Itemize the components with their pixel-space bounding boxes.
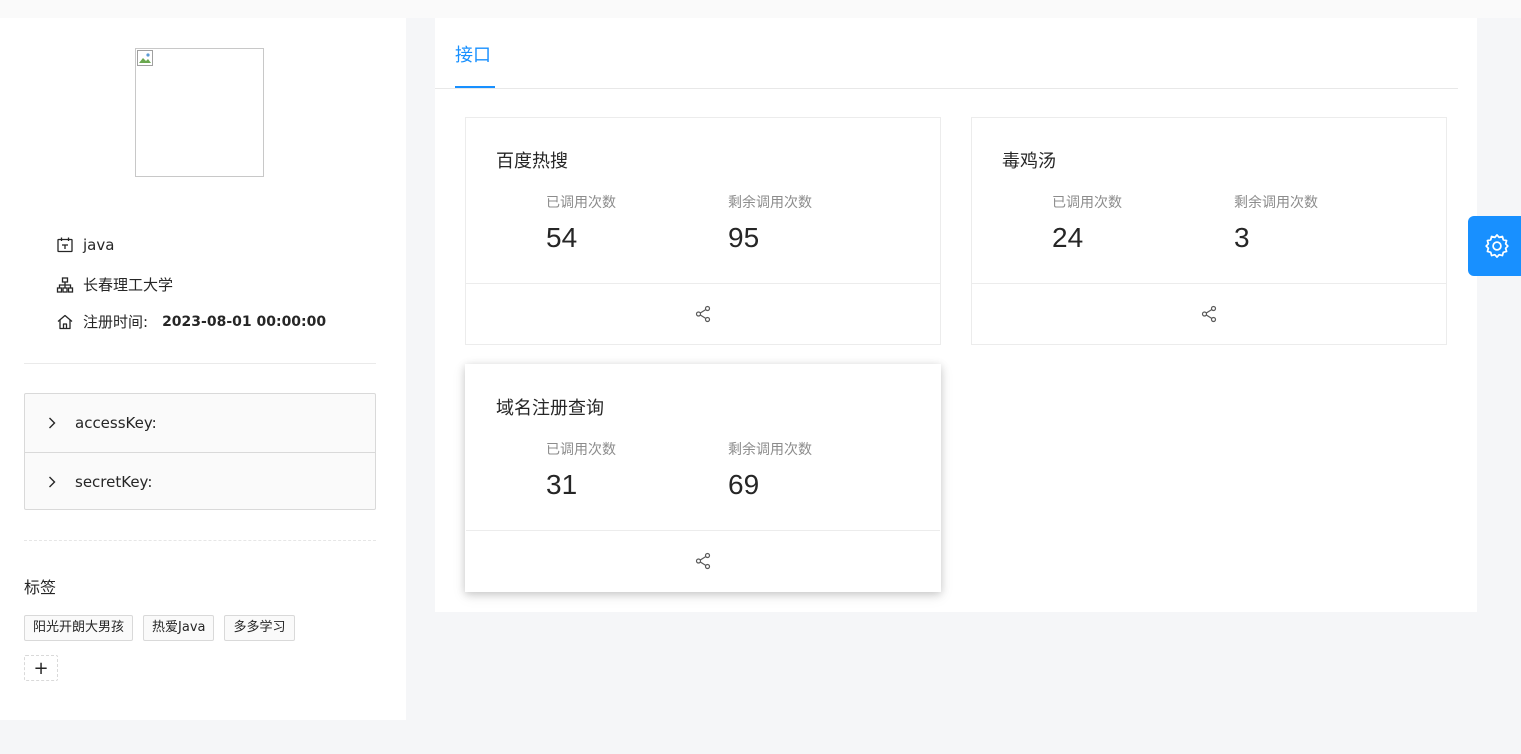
access-key-label: accessKey: <box>75 414 157 432</box>
interface-card[interactable]: 域名注册查询 已调用次数 31 剩余调用次数 69 <box>465 364 941 592</box>
used-stat: 已调用次数 54 <box>546 192 616 254</box>
used-value: 54 <box>546 222 578 253</box>
top-strip <box>0 0 1521 18</box>
tag-list: 阳光开朗大男孩 热爱Java 多多学习 <box>24 615 295 641</box>
used-label: 已调用次数 <box>546 195 616 211</box>
remaining-label: 剩余调用次数 <box>1234 195 1318 211</box>
card-title: 百度热搜 <box>496 151 568 172</box>
settings-button[interactable] <box>1468 216 1521 276</box>
remaining-value: 69 <box>728 469 760 500</box>
remaining-label: 剩余调用次数 <box>728 442 812 458</box>
share-icon[interactable] <box>1200 305 1218 323</box>
tag[interactable]: 阳光开朗大男孩 <box>24 615 134 641</box>
used-value: 31 <box>546 469 578 500</box>
tab-interfaces[interactable]: 接口 <box>455 41 491 67</box>
register-row: 注册时间: 2023-08-01 00:00:00 <box>56 311 326 332</box>
gear-icon <box>1485 234 1509 258</box>
keys-collapse: accessKey: secretKey: <box>24 393 376 510</box>
interface-card[interactable]: 百度热搜 已调用次数 54 剩余调用次数 95 <box>465 117 941 345</box>
home-icon <box>56 313 74 331</box>
tab-ink-bar <box>455 86 495 88</box>
tag[interactable]: 热爱Java <box>143 615 215 641</box>
used-label: 已调用次数 <box>1052 195 1122 211</box>
card-actions <box>972 283 1446 344</box>
card-title: 毒鸡汤 <box>1002 151 1056 172</box>
used-stat: 已调用次数 24 <box>1052 192 1122 254</box>
share-icon[interactable] <box>694 305 712 323</box>
school-text: 长春理工大学 <box>83 276 174 294</box>
broken-image-icon <box>137 50 153 66</box>
used-value: 24 <box>1052 222 1084 253</box>
calendar-icon <box>56 236 74 254</box>
tab-bar: 接口 <box>435 18 1458 89</box>
remaining-value: 3 <box>1234 222 1250 253</box>
register-time: 2023-08-01 00:00:00 <box>162 313 327 330</box>
card-title: 域名注册查询 <box>496 398 604 419</box>
username-row: java <box>56 236 114 254</box>
tag[interactable]: 多多学习 <box>224 615 295 641</box>
share-icon[interactable] <box>694 552 712 570</box>
remaining-stat: 剩余调用次数 3 <box>1234 192 1318 254</box>
avatar <box>135 48 264 177</box>
remaining-stat: 剩余调用次数 95 <box>728 192 812 254</box>
card-actions <box>466 530 940 591</box>
divider <box>24 363 376 364</box>
chevron-right-icon <box>45 416 59 430</box>
cluster-icon <box>56 276 74 294</box>
used-label: 已调用次数 <box>546 442 616 458</box>
school-row: 长春理工大学 <box>56 274 173 295</box>
dashed-divider <box>24 540 376 541</box>
interfaces-panel: 接口 百度热搜 已调用次数 54 剩余调用次数 95 毒鸡汤 已调用次数 24 <box>435 18 1477 612</box>
remaining-stat: 剩余调用次数 69 <box>728 439 812 501</box>
chevron-right-icon <box>45 475 59 489</box>
used-stat: 已调用次数 31 <box>546 439 616 501</box>
remaining-value: 95 <box>728 222 760 253</box>
remaining-label: 剩余调用次数 <box>728 195 812 211</box>
secret-key-item[interactable]: secretKey: <box>25 452 375 510</box>
register-label: 注册时间: <box>83 313 149 331</box>
secret-key-label: secretKey: <box>75 472 153 491</box>
tags-title: 标签 <box>24 578 57 597</box>
card-actions <box>466 283 940 344</box>
username-text: java <box>83 236 115 254</box>
profile-panel: java 长春理工大学 注册时间: 2023-08-01 00:00:00 ac… <box>0 18 406 720</box>
add-tag-button[interactable]: + <box>24 655 58 681</box>
access-key-item[interactable]: accessKey: <box>25 394 375 452</box>
interface-card[interactable]: 毒鸡汤 已调用次数 24 剩余调用次数 3 <box>971 117 1447 345</box>
